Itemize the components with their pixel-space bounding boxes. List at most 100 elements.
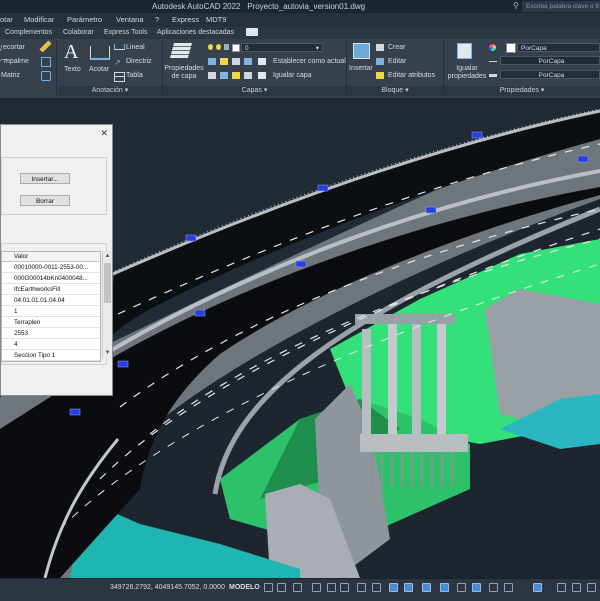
edit-attributes-icon[interactable] [376, 72, 384, 79]
layer-tool-icon-6[interactable] [220, 72, 228, 79]
coordinate-readout[interactable]: 349726.2792, 4049145.7052, 0.0000 [110, 584, 225, 591]
menu-item-express[interactable]: Express [172, 15, 199, 24]
lineweight-icon[interactable] [489, 74, 497, 77]
table-icon[interactable] [114, 72, 125, 82]
trim-button[interactable]: ecortar [3, 44, 25, 51]
layer-tool-icon-1[interactable] [208, 58, 216, 65]
color-swatch-icon[interactable] [232, 44, 240, 52]
insert-block-icon[interactable] [353, 43, 370, 59]
workspace-gear-icon[interactable] [572, 583, 581, 592]
menu-item-ventana[interactable]: Ventana [116, 15, 144, 24]
match-properties-button[interactable]: Igualar propiedades [447, 65, 487, 81]
sun-icon[interactable] [216, 44, 221, 50]
panel-label-annotation[interactable]: Anotación ▾ [58, 86, 162, 96]
dynamic-ucs-icon[interactable] [472, 583, 481, 592]
layer-tool-icon-5[interactable] [208, 72, 216, 79]
linetype-dropdown[interactable]: PorCapa [500, 56, 600, 65]
transparency-icon[interactable] [422, 583, 431, 592]
leader-button[interactable]: Directriz [126, 58, 152, 65]
panel-label-properties[interactable]: Propiedades ▾ [444, 86, 600, 96]
scroll-thumb[interactable] [104, 263, 111, 303]
customization-icon[interactable] [587, 583, 596, 592]
object-snap-tracking-icon[interactable] [372, 583, 381, 592]
close-icon[interactable]: ✕ [100, 128, 108, 139]
set-current-button[interactable]: Establecer como actual [273, 58, 346, 65]
table-row[interactable]: 2553 [2, 328, 100, 339]
selection-filter-icon[interactable] [489, 583, 498, 592]
tab-express-tools[interactable]: Express Tools [104, 29, 147, 36]
layer-tool-icon-7[interactable] [232, 72, 240, 79]
3d-osnap-icon[interactable] [457, 583, 466, 592]
color-swatch-icon-2[interactable] [506, 43, 516, 53]
object-snap-icon[interactable] [389, 583, 398, 592]
scroll-down-icon[interactable]: ▼ [104, 350, 111, 357]
gizmo-icon[interactable] [504, 583, 513, 592]
snap-icon[interactable] [277, 583, 286, 592]
dynamic-input-icon[interactable] [312, 583, 321, 592]
panel-label-block[interactable]: Bloque ▾ [347, 86, 443, 96]
pencil-icon[interactable] [39, 40, 52, 53]
text-button[interactable]: Texto [64, 66, 81, 73]
table-row[interactable]: IfcEarthworksFill [2, 284, 100, 295]
lightbulb-icon[interactable] [208, 44, 213, 50]
create-block-icon[interactable] [376, 44, 384, 51]
layer-dropdown[interactable]: 0 ▾ [241, 43, 323, 52]
leader-icon[interactable]: ↗ [114, 58, 121, 67]
delete-button[interactable]: Borrar [20, 195, 70, 206]
create-block-button[interactable]: Crear [388, 44, 406, 51]
edit-block-icon[interactable] [376, 58, 384, 65]
search-input[interactable]: Escriba palabra clave o frase [522, 1, 600, 12]
match-layer-icon[interactable] [258, 72, 266, 79]
array-button[interactable]: Matriz [1, 72, 20, 79]
panel-label-layers[interactable]: Capas ▾ [163, 86, 346, 96]
table-row[interactable]: 00010000-0011-2553-00... [2, 262, 100, 273]
menu-item-parametro[interactable]: Parámetro [67, 15, 102, 24]
text-icon[interactable]: A [64, 41, 78, 64]
copy-icon[interactable] [41, 57, 51, 67]
menu-item-modificar[interactable]: Modificar [24, 15, 54, 24]
annotation-scale-icon[interactable] [557, 583, 566, 592]
tab-aplicaciones-destacadas[interactable]: Aplicaciones destacadas [157, 29, 234, 36]
match-properties-icon[interactable] [457, 43, 472, 59]
table-row[interactable]: 1 [2, 306, 100, 317]
tab-complementos[interactable]: Complementos [5, 29, 52, 36]
edit-block-button[interactable]: Editar [388, 58, 406, 65]
trim-icon[interactable]: / [0, 44, 2, 53]
selection-cycling-icon[interactable] [440, 583, 449, 592]
layer-tool-icon-4[interactable] [244, 58, 252, 65]
linetype-icon[interactable] [489, 61, 497, 62]
model-space-button[interactable]: MODELO [229, 584, 260, 591]
tab-colaborar[interactable]: Colaborar [63, 29, 94, 36]
menu-item-dibujo[interactable]: otar [0, 15, 13, 24]
lock-icon[interactable] [224, 44, 229, 50]
fillet-button[interactable]: mpalme [4, 58, 29, 65]
search-icon[interactable]: ⚲ [513, 1, 519, 10]
scale-icon[interactable] [41, 71, 51, 81]
tab-more-icon[interactable] [246, 28, 258, 36]
lineweight-dropdown[interactable]: PorCapa [500, 70, 600, 79]
table-row[interactable]: 4 [2, 339, 100, 350]
grid-icon[interactable] [264, 583, 273, 592]
isodraft-icon[interactable] [357, 583, 366, 592]
table-row[interactable]: 04.01.01.01.04.04 [2, 295, 100, 306]
match-layer-button[interactable]: Igualar capa [273, 72, 312, 79]
color-wheel-icon[interactable] [489, 44, 496, 51]
layer-properties-button[interactable]: Propiedades de capa [164, 65, 204, 81]
menu-item-mdt9[interactable]: MDT9 [206, 15, 226, 24]
ortho-icon[interactable] [327, 583, 336, 592]
insert-button[interactable]: Insertar... [20, 173, 70, 184]
color-dropdown[interactable]: PorCapa [517, 43, 600, 52]
polar-icon[interactable] [340, 583, 349, 592]
table-row[interactable]: Terraplen [2, 317, 100, 328]
scroll-up-icon[interactable]: ▲ [104, 253, 111, 260]
menu-item-ayuda[interactable]: ? [155, 15, 159, 24]
layer-properties-icon[interactable] [169, 43, 193, 58]
infer-icon[interactable] [293, 583, 302, 592]
table-button[interactable]: Tabla [126, 72, 143, 79]
table-row[interactable]: Seccion Tipo 1 [2, 350, 100, 361]
edit-attributes-button[interactable]: Editar atributos [388, 72, 435, 79]
dimension-button[interactable]: Acotar [89, 66, 109, 73]
lineweight-toggle-icon[interactable] [404, 583, 413, 592]
table-row[interactable]: 000G00014bKn0400048... [2, 273, 100, 284]
table-scrollbar[interactable]: ▲ ▼ [102, 251, 112, 359]
